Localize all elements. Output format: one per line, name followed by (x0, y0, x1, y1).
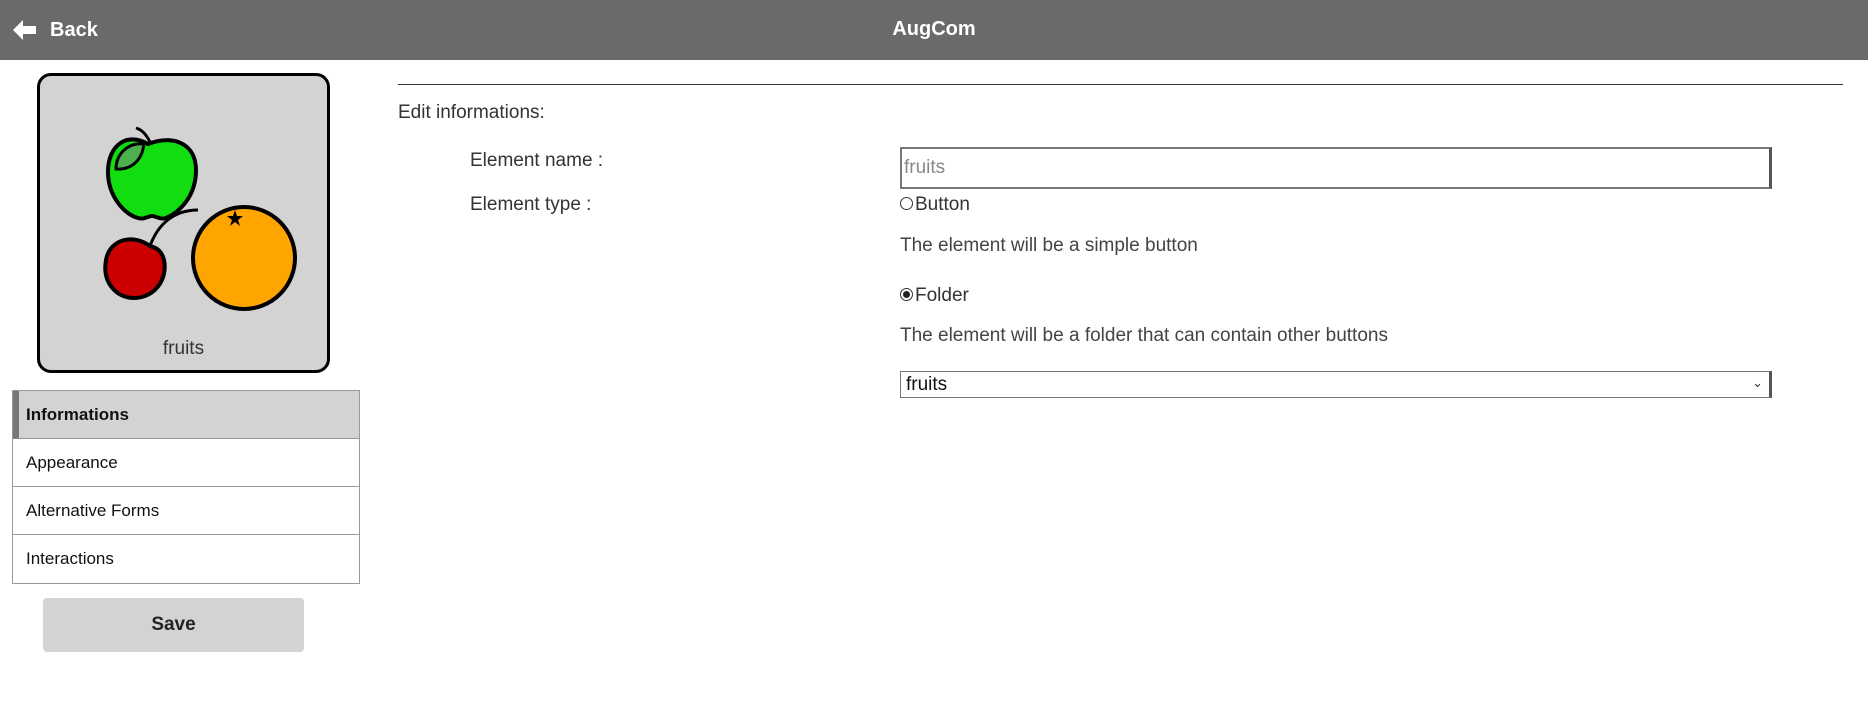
button-radio[interactable] (900, 196, 913, 210)
button-option-description: The element will be a simple button (900, 235, 1198, 256)
menu-item-interactions[interactable]: Interactions (13, 535, 359, 583)
type-option-folder[interactable]: Folder (900, 285, 969, 307)
menu-item-informations[interactable]: Informations (13, 391, 359, 439)
app-title: AugCom (892, 18, 976, 40)
fruits-pictogram-icon (103, 126, 297, 311)
settings-menu: Informations Appearance Alternative Form… (12, 390, 360, 584)
chevron-down-icon: ⌄ (1752, 375, 1763, 390)
element-type-label: Element type : (470, 194, 592, 215)
menu-item-alternative-forms[interactable]: Alternative Forms (13, 487, 359, 535)
button-option-label: Button (915, 194, 970, 215)
menu-item-appearance[interactable]: Appearance (13, 439, 359, 487)
element-preview: fruits (37, 73, 330, 373)
top-bar: Back AugCom (0, 0, 1868, 60)
folder-select[interactable]: fruits ⌄ (900, 371, 1772, 398)
section-divider (398, 84, 1843, 85)
folder-option-label: Folder (915, 285, 969, 306)
save-button[interactable]: Save (43, 598, 304, 652)
folder-radio[interactable] (900, 287, 913, 301)
section-title: Edit informations: (398, 102, 545, 123)
element-name-label: Element name : (470, 150, 604, 171)
folder-select-value: fruits (906, 373, 948, 395)
type-option-button[interactable]: Button (900, 194, 970, 216)
element-name-input[interactable] (900, 147, 1772, 189)
preview-label: fruits (162, 338, 205, 359)
folder-option-description: The element will be a folder that can co… (900, 325, 1388, 346)
